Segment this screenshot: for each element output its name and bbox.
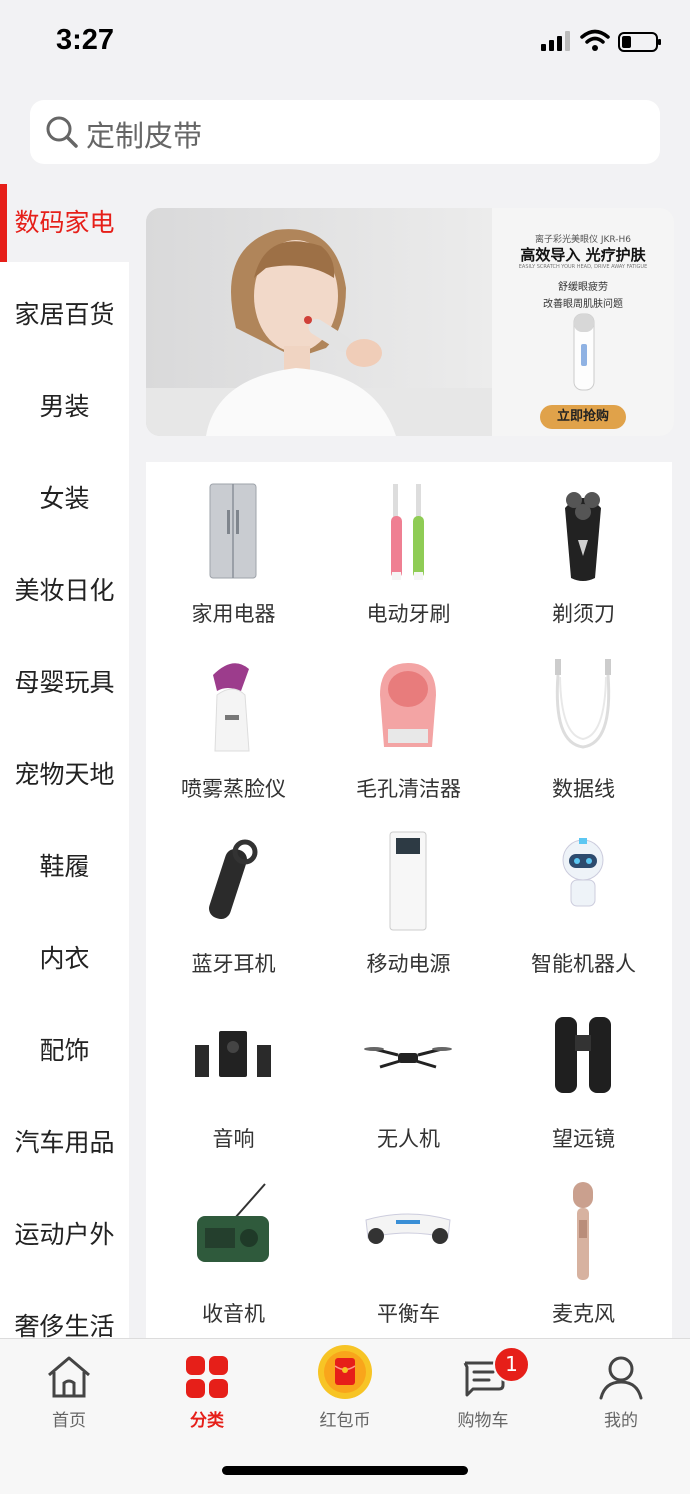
grid-item-toothbrush[interactable]: 电动牙刷 bbox=[321, 462, 496, 637]
grid-item-label: 移动电源 bbox=[366, 952, 451, 976]
promo-banner[interactable]: 离子彩光美眼仪 JKR-H6 高效导入 光疗护肤 EASILY SCRATCH … bbox=[146, 208, 674, 436]
bluetooth-headset-icon bbox=[209, 839, 258, 920]
status-time: 3:27 bbox=[56, 24, 115, 56]
search-icon bbox=[46, 116, 78, 148]
buy-now-button[interactable]: 立即抢购 bbox=[540, 405, 626, 429]
sidebar-item-pets[interactable]: 宠物天地 bbox=[0, 736, 129, 814]
sidebar-item-luxury[interactable]: 奢侈生活 bbox=[0, 1288, 129, 1338]
grid-item-speaker[interactable]: 音响 bbox=[146, 987, 321, 1162]
grid-item-label: 蓝牙耳机 bbox=[191, 952, 276, 976]
speaker-icon bbox=[195, 1031, 271, 1077]
grid-item-label: 收音机 bbox=[202, 1302, 265, 1326]
grid-item-bt-headset[interactable]: 蓝牙耳机 bbox=[146, 812, 321, 987]
grid-item-label: 毛孔清洁器 bbox=[356, 777, 461, 801]
grid-item-appliances[interactable]: 家用电器 bbox=[146, 462, 321, 637]
usb-cable-icon bbox=[555, 659, 611, 749]
grid-item-drone[interactable]: 无人机 bbox=[321, 987, 496, 1162]
robot-icon bbox=[562, 838, 604, 907]
category-sidebar: 数码家电 家居百货 男装 女装 美妆日化 母婴玩具 宠物天地 鞋履 内衣 配饰 … bbox=[0, 184, 129, 1338]
sidebar-item-digital-appliances[interactable]: 数码家电 bbox=[0, 184, 129, 262]
grid-item-radio[interactable]: 收音机 bbox=[146, 1162, 321, 1337]
sidebar-item-beauty[interactable]: 美妆日化 bbox=[0, 552, 129, 630]
tab-label: 购物车 bbox=[457, 1411, 509, 1431]
sidebar-item-baby-toys[interactable]: 母婴玩具 bbox=[0, 644, 129, 722]
grid-item-label: 无人机 bbox=[377, 1127, 440, 1151]
microphone-icon bbox=[573, 1182, 593, 1280]
user-icon bbox=[599, 1356, 643, 1400]
cart-badge: 1 bbox=[493, 1346, 530, 1383]
toothbrush-icon bbox=[391, 484, 424, 580]
banner-model-photo bbox=[146, 208, 492, 436]
grid-item-cable[interactable]: 数据线 bbox=[496, 637, 671, 812]
tab-label: 首页 bbox=[52, 1411, 86, 1431]
red-packet-icon bbox=[318, 1345, 372, 1399]
grid-item-label: 喷雾蒸脸仪 bbox=[181, 777, 286, 801]
sidebar-item-outdoor[interactable]: 运动户外 bbox=[0, 1196, 129, 1274]
grid-item-power-bank[interactable]: 移动电源 bbox=[321, 812, 496, 987]
grid-item-binoculars[interactable]: 望远镜 bbox=[496, 987, 671, 1162]
grid-item-robot[interactable]: 智能机器人 bbox=[496, 812, 671, 987]
binoculars-icon bbox=[555, 1017, 611, 1093]
wifi-icon bbox=[580, 29, 610, 51]
subcategory-grid: 家用电器 电动牙刷 剃须刀 喷雾蒸脸仪 毛孔清洁器 数据线 蓝牙耳机 移动电源 … bbox=[146, 462, 672, 1338]
power-bank-icon bbox=[389, 831, 427, 931]
drone-icon bbox=[364, 1047, 452, 1069]
tab-label: 我的 bbox=[604, 1411, 638, 1431]
grid-item-label: 数据线 bbox=[552, 777, 615, 801]
eye-device-image bbox=[573, 313, 595, 391]
category-icon bbox=[186, 1356, 228, 1398]
sidebar-item-household[interactable]: 家居百货 bbox=[0, 276, 129, 354]
tab-home[interactable]: 首页 bbox=[0, 1339, 138, 1439]
tab-red-packet[interactable]: 红包币 bbox=[276, 1339, 414, 1439]
grid-item-label: 音响 bbox=[212, 1127, 255, 1151]
banner-line-1: 舒缓眼疲劳 bbox=[558, 282, 608, 293]
search-input[interactable]: 定制皮带 bbox=[86, 113, 202, 155]
search-bar[interactable]: 定制皮带 bbox=[30, 100, 660, 164]
grid-item-hoverboard[interactable]: 平衡车 bbox=[321, 1162, 496, 1337]
tab-category[interactable]: 分类 bbox=[138, 1339, 276, 1439]
refrigerator-icon bbox=[209, 483, 257, 579]
banner-english-text: EASILY SCRATCH YOUR HEAD, DRIVE AWAY FAT… bbox=[518, 264, 648, 270]
grid-item-microphone[interactable]: 麦克风 bbox=[496, 1162, 671, 1337]
sidebar-item-underwear[interactable]: 内衣 bbox=[0, 920, 129, 998]
banner-ad-panel: 离子彩光美眼仪 JKR-H6 高效导入 光疗护肤 EASILY SCRATCH … bbox=[492, 208, 674, 436]
home-indicator[interactable] bbox=[222, 1466, 468, 1475]
grid-item-shaver[interactable]: 剃须刀 bbox=[496, 462, 671, 637]
grid-item-pore-cleaner[interactable]: 毛孔清洁器 bbox=[321, 637, 496, 812]
sidebar-item-accessories[interactable]: 配饰 bbox=[0, 1012, 129, 1090]
battery-icon bbox=[618, 32, 661, 52]
status-bar: 3:27 bbox=[0, 0, 690, 84]
cellular-signal-icon bbox=[541, 31, 570, 51]
banner-line-2: 改善眼周肌肤问题 bbox=[543, 299, 623, 310]
sidebar-item-auto[interactable]: 汽车用品 bbox=[0, 1104, 129, 1182]
home-icon bbox=[48, 1356, 90, 1398]
facial-steamer-icon bbox=[213, 663, 250, 752]
grid-item-label: 智能机器人 bbox=[531, 952, 636, 976]
banner-title: 高效导入 光疗护肤 bbox=[520, 246, 646, 264]
tab-cart[interactable]: 购物车 bbox=[414, 1339, 552, 1439]
radio-icon bbox=[197, 1183, 269, 1262]
grid-item-label: 电动牙刷 bbox=[366, 602, 451, 626]
grid-item-label: 剃须刀 bbox=[552, 602, 615, 626]
sidebar-item-womenswear[interactable]: 女装 bbox=[0, 460, 129, 538]
sidebar-item-shoes[interactable]: 鞋履 bbox=[0, 828, 129, 906]
tab-label: 红包币 bbox=[319, 1411, 371, 1431]
pore-cleaner-icon bbox=[380, 663, 436, 747]
shaver-icon bbox=[565, 492, 601, 581]
sidebar-item-menswear[interactable]: 男装 bbox=[0, 368, 129, 446]
hoverboard-icon bbox=[365, 1213, 451, 1244]
grid-item-label: 望远镜 bbox=[552, 1127, 615, 1151]
tab-profile[interactable]: 我的 bbox=[552, 1339, 690, 1439]
grid-item-label: 平衡车 bbox=[377, 1302, 440, 1326]
grid-item-label: 家用电器 bbox=[191, 602, 276, 626]
tab-label: 分类 bbox=[190, 1411, 224, 1431]
grid-item-label: 麦克风 bbox=[552, 1302, 615, 1326]
grid-item-facial-steamer[interactable]: 喷雾蒸脸仪 bbox=[146, 637, 321, 812]
